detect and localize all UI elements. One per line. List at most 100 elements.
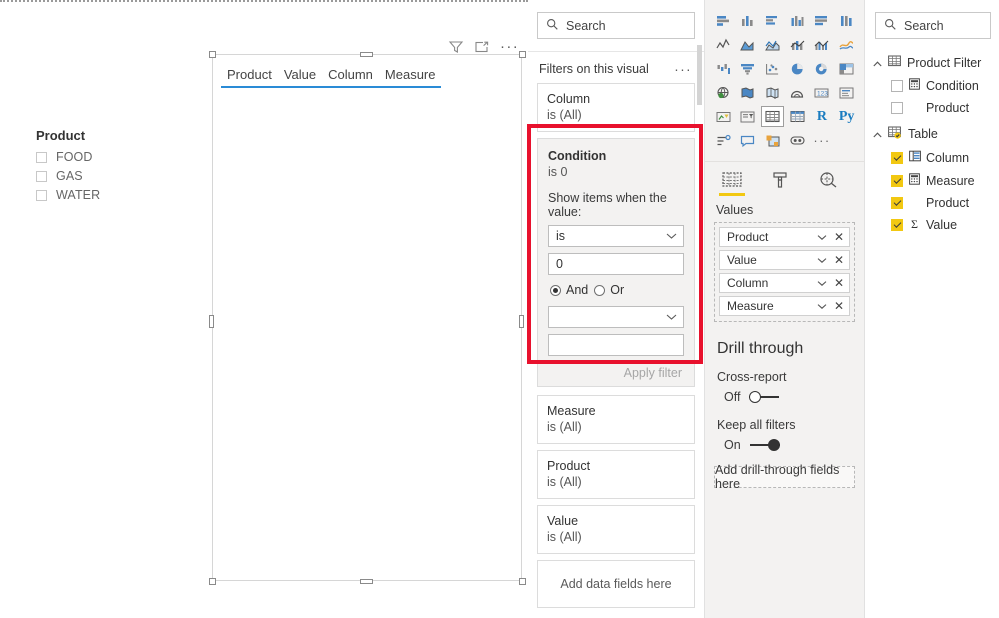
r-script-visual-icon[interactable]: R: [811, 106, 834, 127]
resize-handle-bottom-right[interactable]: [519, 578, 526, 585]
product-slicer[interactable]: Product FOOD GAS WATER: [36, 128, 186, 205]
tab-analytics[interactable]: [815, 171, 841, 196]
radio-and[interactable]: And: [550, 283, 588, 297]
drill-through-dropzone[interactable]: Add drill-through fields here: [714, 463, 855, 491]
operator-dropdown-1[interactable]: is: [548, 225, 684, 247]
remove-field-icon[interactable]: ✕: [834, 300, 844, 312]
checkbox-icon[interactable]: [891, 218, 903, 231]
table-column-header[interactable]: Column: [322, 67, 379, 88]
more-visuals-icon[interactable]: ···: [811, 130, 834, 151]
filter-card-condition[interactable]: Condition is 0 Show items when the value…: [537, 138, 695, 387]
toggle-switch-icon[interactable]: [749, 391, 780, 403]
clustered-bar-chart-icon[interactable]: [761, 10, 784, 31]
checkbox-icon[interactable]: [891, 175, 903, 187]
chevron-up-icon[interactable]: [873, 56, 882, 70]
visual-settings-tabs[interactable]: [705, 162, 864, 196]
remove-field-icon[interactable]: ✕: [834, 231, 844, 243]
operator-dropdown-2[interactable]: [548, 306, 684, 328]
field-column[interactable]: Column: [865, 146, 999, 169]
field-table-table[interactable]: Table: [865, 118, 999, 146]
python-visual-icon[interactable]: Py: [835, 106, 858, 127]
checkbox-icon[interactable]: [891, 80, 903, 92]
chevron-down-icon[interactable]: [817, 276, 827, 290]
resize-handle-left-middle[interactable]: [209, 315, 214, 328]
scatter-chart-icon[interactable]: [761, 58, 784, 79]
condition-value-input-1[interactable]: 0: [548, 253, 684, 275]
chevron-down-icon[interactable]: [817, 299, 827, 313]
slicer-item-food[interactable]: FOOD: [36, 148, 186, 166]
decomposition-tree-icon[interactable]: [786, 130, 809, 151]
funnel-icon[interactable]: [737, 58, 760, 79]
resize-handle-top-right[interactable]: [519, 51, 526, 58]
resize-handle-bottom-left[interactable]: [209, 578, 216, 585]
matrix-icon[interactable]: [786, 106, 809, 127]
values-field-well[interactable]: Product ✕ Value ✕ Column ✕ Measure ✕: [714, 222, 855, 322]
slicer-item-gas[interactable]: GAS: [36, 167, 186, 185]
slicer-item-water[interactable]: WATER: [36, 186, 186, 204]
focus-mode-icon[interactable]: [474, 39, 490, 55]
table-column-header[interactable]: Product: [221, 67, 278, 88]
condition-value-input-2[interactable]: [548, 334, 684, 356]
filters-pane-scrollbar[interactable]: [697, 45, 702, 105]
keep-all-filters-toggle[interactable]: On: [705, 432, 864, 452]
visual-header-toolbar[interactable]: ···: [448, 39, 519, 55]
filled-map-icon[interactable]: [737, 82, 760, 103]
treemap-icon[interactable]: [835, 58, 858, 79]
more-options-icon[interactable]: ···: [674, 62, 692, 76]
conjunction-radio-group[interactable]: And Or: [550, 283, 684, 297]
field-table-product[interactable]: Product: [865, 192, 999, 213]
field-chip-value[interactable]: Value ✕: [719, 250, 850, 270]
100-stacked-column-chart-icon[interactable]: [835, 10, 858, 31]
stacked-area-chart-icon[interactable]: [761, 34, 784, 55]
shape-map-icon[interactable]: [761, 82, 784, 103]
checkbox-icon[interactable]: [36, 151, 47, 163]
field-product-filter-product[interactable]: Product: [865, 97, 999, 118]
resize-handle-bottom-center[interactable]: [360, 579, 373, 584]
resize-handle-top-center[interactable]: [360, 52, 373, 57]
field-chip-measure[interactable]: Measure ✕: [719, 296, 850, 316]
chevron-down-icon[interactable]: [817, 253, 827, 267]
radio-or[interactable]: Or: [594, 283, 624, 297]
multi-row-card-icon[interactable]: [835, 82, 858, 103]
filter-card-measure[interactable]: Measure is (All): [537, 395, 695, 444]
field-measure[interactable]: Measure: [865, 169, 999, 192]
clustered-column-chart-icon[interactable]: [786, 10, 809, 31]
stacked-bar-chart-icon[interactable]: [712, 10, 735, 31]
table-icon[interactable]: [761, 106, 784, 127]
field-value[interactable]: Σ Value: [865, 213, 999, 235]
apply-filter-button[interactable]: Apply filter: [548, 362, 684, 380]
line-stacked-column-chart-icon[interactable]: [786, 34, 809, 55]
arcgis-map-icon[interactable]: [786, 82, 809, 103]
checkbox-icon[interactable]: [36, 170, 47, 182]
filter-card-value[interactable]: Value is (All): [537, 505, 695, 554]
field-chip-column[interactable]: Column ✕: [719, 273, 850, 293]
filter-icon[interactable]: [448, 39, 464, 55]
100-stacked-bar-chart-icon[interactable]: [811, 10, 834, 31]
filters-search-input[interactable]: Search: [537, 12, 695, 39]
add-data-fields-visual-dropzone[interactable]: Add data fields here: [537, 560, 695, 608]
card-icon[interactable]: 123: [811, 82, 834, 103]
chevron-down-icon[interactable]: [817, 230, 827, 244]
chevron-up-icon[interactable]: [873, 127, 882, 141]
tab-fields[interactable]: [719, 171, 745, 196]
ribbon-chart-icon[interactable]: [835, 34, 858, 55]
resize-handle-right-middle[interactable]: [519, 315, 524, 328]
field-condition[interactable]: Condition: [865, 74, 999, 97]
table-visual[interactable]: Product Value Column Measure: [212, 54, 522, 581]
line-chart-icon[interactable]: [712, 34, 735, 55]
more-options-icon[interactable]: ···: [500, 39, 519, 54]
remove-field-icon[interactable]: ✕: [834, 254, 844, 266]
checkbox-icon[interactable]: [891, 102, 903, 114]
radio-button-icon[interactable]: [594, 284, 606, 296]
table-column-header[interactable]: Measure: [378, 67, 442, 88]
line-clustered-column-chart-icon[interactable]: [811, 34, 834, 55]
tab-format[interactable]: [767, 171, 793, 196]
pie-chart-icon[interactable]: [786, 58, 809, 79]
paginated-report-icon[interactable]: [761, 130, 784, 151]
checkbox-icon[interactable]: [891, 197, 903, 209]
field-chip-product[interactable]: Product ✕: [719, 227, 850, 247]
donut-chart-icon[interactable]: [811, 58, 834, 79]
area-chart-icon[interactable]: [737, 34, 760, 55]
waterfall-chart-icon[interactable]: [712, 58, 735, 79]
visualization-type-gallery[interactable]: 123 R Py ···: [705, 0, 864, 159]
